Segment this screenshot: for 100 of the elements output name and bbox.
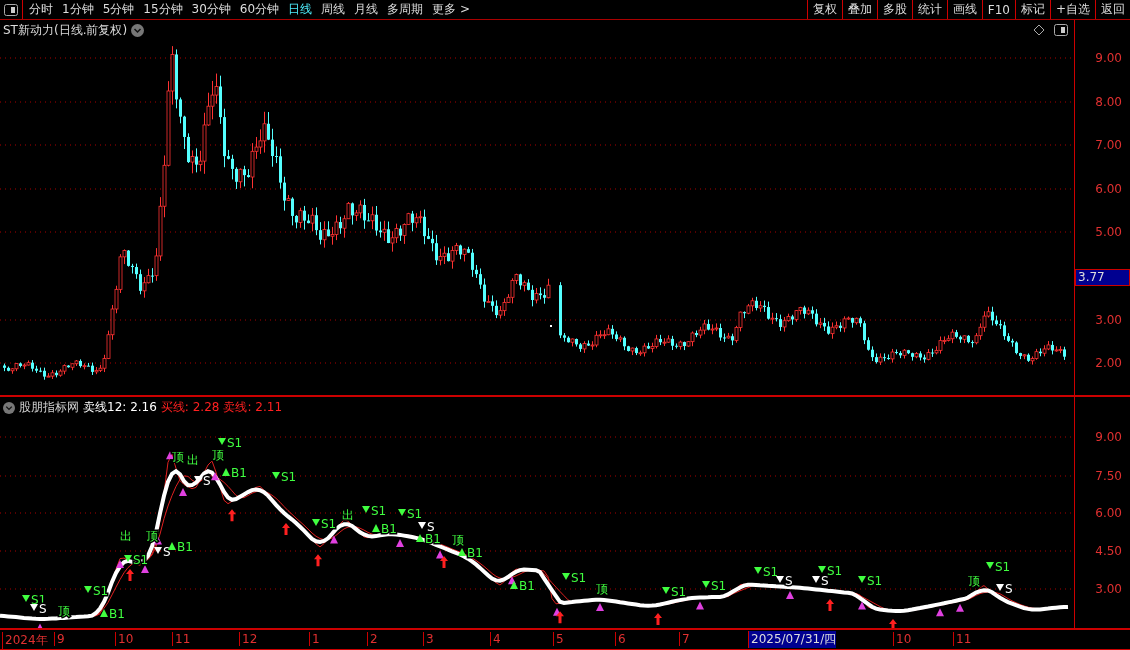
date-label: 6 [615, 632, 626, 646]
up-arrow-icon [826, 598, 834, 611]
date-label: 10 [893, 632, 912, 646]
date-label: 11 [953, 632, 972, 646]
date-label: 4 [490, 632, 501, 646]
panel-toggle-icon[interactable] [1054, 24, 1068, 36]
period-tab[interactable]: 15分钟 [143, 1, 183, 18]
date-label: 10 [115, 632, 134, 646]
y-axis-label: 7.00 [1095, 138, 1122, 152]
period-tab[interactable]: 周线 [321, 1, 346, 18]
y-axis-label: 6.00 [1095, 506, 1122, 520]
up-triangle-icon [372, 524, 380, 532]
period-tab[interactable]: 60分钟 [239, 1, 280, 18]
signal-label: 顶 [58, 604, 70, 618]
up-arrow-icon [556, 611, 564, 624]
signal-label: S1 [867, 574, 883, 588]
signal-label: S1 [763, 565, 779, 579]
triangle-marker-icon [179, 488, 187, 497]
triangle-marker-icon [436, 550, 444, 559]
signal-label: S [1005, 582, 1013, 596]
down-triangle-icon [858, 576, 866, 583]
down-triangle-icon [996, 584, 1004, 591]
triangle-marker-icon [36, 623, 44, 628]
down-triangle-icon [124, 555, 132, 562]
date-label: 2 [367, 632, 378, 646]
date-label: 7 [679, 632, 690, 646]
y-axis-label: 5.00 [1095, 225, 1122, 239]
up-triangle-icon [458, 548, 466, 556]
triangle-marker-icon [696, 601, 704, 610]
y-axis-label: 7.50 [1095, 469, 1122, 483]
down-triangle-icon [362, 506, 370, 513]
date-label: 2024年 [2, 632, 48, 649]
down-triangle-icon [562, 573, 570, 580]
period-tab[interactable]: 月线 [354, 1, 379, 18]
triangle-marker-icon [956, 603, 964, 612]
legend-text: 买线: 2.28 [160, 399, 220, 416]
y-axis-label: 8.00 [1095, 95, 1122, 109]
triangle-marker-icon [396, 538, 404, 547]
dropdown-icon[interactable] [131, 24, 145, 37]
signal-label: B1 [467, 546, 483, 560]
y-axis-label: 3.00 [1095, 582, 1122, 596]
signal-label: 顶 [172, 450, 184, 464]
panel-toggle-icon[interactable] [4, 3, 18, 16]
signal-label: 出 [342, 508, 354, 522]
signal-label: S1 [281, 470, 297, 484]
period-tab[interactable]: 多周期 [387, 1, 424, 18]
down-triangle-icon [398, 509, 406, 516]
signal-label: 顶 [212, 448, 224, 462]
signal-label: S1 [827, 564, 843, 578]
period-tab[interactable]: 日线 [288, 1, 313, 18]
down-triangle-icon [218, 438, 226, 445]
signal-label: S1 [995, 560, 1011, 574]
diamond-icon[interactable] [1034, 24, 1045, 36]
up-arrow-icon [282, 523, 290, 535]
signal-label: S1 [571, 571, 587, 585]
signal-label: B1 [109, 607, 125, 621]
signal-label: S1 [371, 504, 387, 518]
triangle-marker-icon [141, 565, 149, 574]
dropdown-icon[interactable] [3, 401, 15, 414]
y-axis-label: 6.00 [1095, 182, 1122, 196]
period-tab[interactable]: 分时 [29, 1, 53, 18]
down-triangle-icon [418, 522, 426, 529]
y-axis-label: 2.00 [1095, 356, 1122, 370]
up-triangle-icon [510, 581, 518, 589]
down-triangle-icon [272, 472, 280, 479]
triangle-marker-icon [786, 591, 794, 600]
period-tab[interactable]: 1分钟 [62, 1, 94, 18]
signal-label: 出 [120, 529, 132, 543]
down-triangle-icon [312, 519, 320, 526]
y-axis-label: 4.50 [1095, 544, 1122, 558]
signal-label: S1 [321, 517, 337, 531]
date-label: 11 [172, 632, 191, 646]
period-tab[interactable]: 30分钟 [191, 1, 231, 18]
up-triangle-icon [100, 609, 108, 617]
signal-label: 顶 [452, 533, 464, 547]
triangle-marker-icon [858, 601, 866, 610]
triangle-marker-icon [166, 451, 174, 460]
legend-text: 卖线12: 2.16 [83, 399, 157, 416]
signal-label: S1 [227, 436, 243, 450]
up-arrow-icon [440, 556, 448, 569]
down-triangle-icon [986, 562, 994, 569]
down-triangle-icon [776, 576, 784, 583]
down-triangle-icon [754, 567, 762, 574]
signal-label: 出 [187, 453, 199, 467]
up-triangle-icon [416, 534, 424, 542]
up-arrow-icon [228, 509, 236, 522]
stock-title: ST新动力(日线.前复权) [3, 22, 128, 39]
signal-label: B1 [231, 466, 247, 480]
period-tab[interactable]: 更多 > [432, 1, 470, 18]
signal-label: B1 [177, 540, 193, 554]
up-triangle-icon [222, 468, 230, 476]
up-arrow-icon [889, 618, 897, 628]
date-label: 9 [54, 632, 65, 646]
legend-text: 股朋指标网 [19, 399, 79, 416]
down-triangle-icon [702, 581, 710, 588]
date-label: 12 [239, 632, 258, 646]
period-tab[interactable]: 5分钟 [102, 1, 135, 18]
date-label: 3 [423, 632, 434, 646]
triangle-marker-icon [211, 472, 219, 481]
y-axis-label: 9.00 [1095, 430, 1122, 444]
